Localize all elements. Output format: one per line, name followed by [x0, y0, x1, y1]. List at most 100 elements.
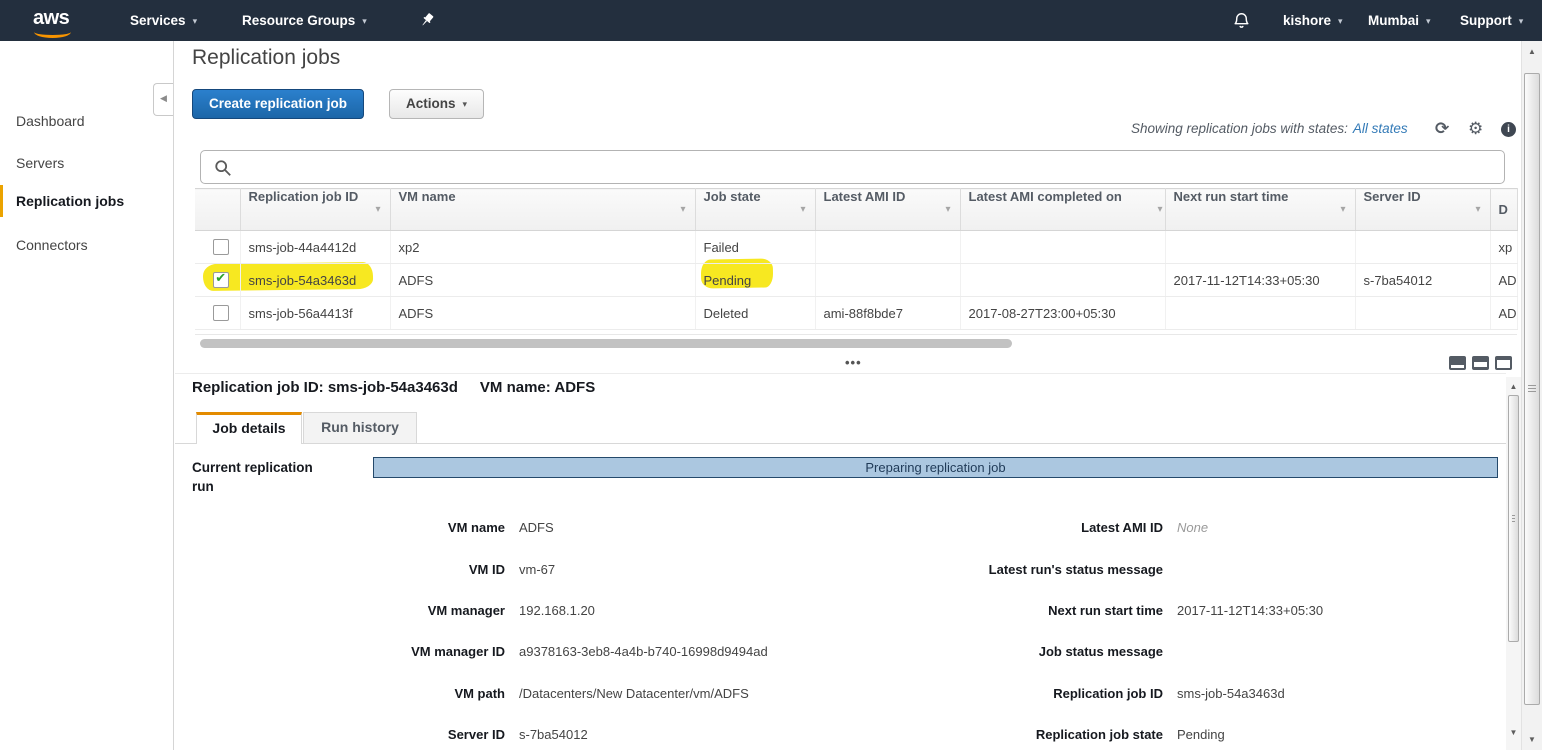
column-header-job-state[interactable]: Job state▾ — [695, 189, 815, 231]
field-label: Job status message — [840, 644, 1163, 659]
sort-caret-icon: ▾ — [375, 189, 380, 230]
notifications-bell-icon[interactable] — [1232, 11, 1251, 35]
column-label: VM name — [399, 189, 456, 204]
cell-job-id: sms-job-56a4413f — [240, 297, 390, 330]
field-label: Latest run's status message — [840, 562, 1163, 577]
sidebar-item-servers[interactable]: Servers — [0, 147, 172, 179]
row-checkbox[interactable] — [213, 239, 229, 255]
table-header-row: Replication job ID▾ VM name▾ Job state▾ … — [195, 189, 1517, 231]
search-input[interactable] — [239, 152, 1498, 184]
filter-all-states-link[interactable]: All states — [1353, 121, 1408, 136]
chevron-down-icon: ▾ — [362, 16, 367, 26]
chevron-down-icon: ▾ — [1426, 16, 1431, 26]
cell-latest-ami-completed — [960, 264, 1165, 297]
column-label: Job state — [704, 189, 761, 204]
column-label: Latest AMI completed on — [969, 189, 1122, 204]
chevron-down-icon: ▾ — [463, 99, 468, 109]
cell-job-state: Deleted — [695, 297, 815, 330]
field-label: Replication job ID — [840, 686, 1163, 701]
column-header-latest-ami-completed-on[interactable]: Latest AMI completed on▾ — [960, 189, 1165, 231]
cell-next-run — [1165, 297, 1355, 330]
checkmark-icon: ✔ — [215, 270, 226, 286]
row-checkbox-checked[interactable]: ✔ — [213, 272, 229, 288]
tab-run-history[interactable]: Run history — [303, 412, 417, 444]
sidebar-item-connectors[interactable]: Connectors — [0, 229, 172, 261]
row-checkbox[interactable] — [213, 305, 229, 321]
column-header-replication-job-id[interactable]: Replication job ID▾ — [240, 189, 390, 231]
layout-detail-view-icon[interactable] — [1495, 356, 1512, 370]
create-replication-job-button[interactable]: Create replication job — [192, 89, 364, 119]
info-icon[interactable]: i — [1501, 122, 1516, 137]
sidebar-collapse-button[interactable]: ◀ — [153, 83, 173, 116]
aws-logo[interactable]: aws — [33, 7, 69, 30]
nav-services-menu[interactable]: Services▾ — [130, 0, 197, 41]
column-label: Next run start time — [1174, 189, 1289, 204]
field-value: Pending — [1177, 727, 1225, 742]
scroll-down-arrow[interactable]: ▼ — [1506, 725, 1521, 740]
scroll-down-arrow[interactable]: ▼ — [1522, 732, 1542, 747]
field-label: VM ID — [192, 562, 505, 577]
nav-resource-groups-menu[interactable]: Resource Groups ▾ — [242, 0, 367, 41]
top-nav-bar: aws Services▾ Resource Groups▾ kishore▾ … — [0, 0, 1542, 41]
field-label: Latest AMI ID — [840, 520, 1163, 535]
nav-resource-groups-label: Resource Groups — [242, 13, 355, 28]
nav-user-menu[interactable]: kishore ▾ — [1283, 0, 1343, 41]
scrollbar-thumb[interactable] — [1524, 73, 1540, 705]
cell-job-state: Pending — [695, 264, 815, 297]
table-row[interactable]: sms-job-56a4413f ADFS Deleted ami-88f8bd… — [195, 297, 1517, 330]
refresh-icon[interactable]: ⟳ — [1435, 119, 1449, 139]
pin-icon[interactable] — [418, 11, 436, 34]
nav-region-label: Mumbai — [1368, 13, 1419, 28]
table-row-selected[interactable]: ✔ sms-job-54a3463d ADFS Pending 2017-11-… — [195, 264, 1517, 297]
detail-title-job-id: Replication job ID: sms-job-54a3463d — [192, 379, 458, 396]
divider — [195, 334, 1517, 335]
nav-region-menu[interactable]: Mumbai ▾ — [1368, 0, 1431, 41]
nav-support-menu[interactable]: Support▾ — [1460, 0, 1523, 41]
cell-job-id: sms-job-44a4412d — [240, 231, 390, 264]
cell-vm-name: ADFS — [390, 264, 695, 297]
layout-split-view-icon[interactable] — [1472, 356, 1489, 370]
horizontal-scrollbar-thumb[interactable] — [200, 339, 1012, 348]
cell-job-state: Failed — [695, 231, 815, 264]
chevron-down-icon: ▾ — [1519, 16, 1524, 26]
scroll-up-arrow[interactable]: ▲ — [1506, 379, 1521, 394]
column-header-cut-off[interactable]: D — [1490, 189, 1517, 231]
cell-cut-off: xp — [1490, 231, 1517, 264]
sidebar-item-dashboard[interactable]: Dashboard — [0, 105, 172, 137]
aws-sms-console: aws Services▾ Resource Groups▾ kishore▾ … — [0, 0, 1542, 750]
page-scrollbar: ▲ ▼ — [1521, 41, 1542, 750]
replication-progress-bar: Preparing replication job — [373, 457, 1498, 478]
chevron-down-icon: ▾ — [193, 16, 198, 26]
filter-status-text: Showing replication jobs with states: — [1131, 121, 1348, 136]
tab-job-details[interactable]: Job details — [196, 412, 302, 444]
field-label: Next run start time — [840, 603, 1163, 618]
scroll-up-arrow[interactable]: ▲ — [1522, 44, 1542, 59]
cell-latest-ami — [815, 264, 960, 297]
field-label: VM path — [192, 686, 505, 701]
sidebar-item-replication-jobs[interactable]: Replication jobs — [0, 185, 172, 217]
cell-vm-name: xp2 — [390, 231, 695, 264]
aws-smile-icon — [34, 26, 71, 38]
table-row[interactable]: sms-job-44a4412d xp2 Failed xp — [195, 231, 1517, 264]
layout-table-only-icon[interactable] — [1449, 356, 1466, 370]
sort-caret-icon: ▾ — [945, 189, 950, 230]
pane-resize-handle[interactable]: ••• — [845, 355, 862, 370]
actions-button[interactable]: Actions▾ — [389, 89, 484, 119]
column-header-server-id[interactable]: Server ID▾ — [1355, 189, 1490, 231]
sort-caret-icon: ▾ — [680, 189, 685, 230]
sort-caret-icon: ▾ — [1475, 189, 1480, 230]
scrollbar-thumb[interactable] — [1508, 395, 1519, 642]
column-header-next-run-start-time[interactable]: Next run start time ▾ — [1165, 189, 1355, 231]
field-label: Server ID — [192, 727, 505, 742]
cell-next-run: 2017-11-12T14:33+05:30 — [1165, 264, 1355, 297]
gear-icon[interactable]: ⚙ — [1468, 119, 1483, 139]
cell-latest-ami — [815, 231, 960, 264]
cell-cut-off: AD — [1490, 297, 1517, 330]
column-header-latest-ami-id[interactable]: Latest AMI ID▾ — [815, 189, 960, 231]
sort-caret-icon: ▾ — [1340, 189, 1345, 230]
nav-user-label: kishore — [1283, 13, 1331, 28]
column-header-vm-name[interactable]: VM name ▾ — [390, 189, 695, 231]
chevron-down-icon: ▾ — [1338, 16, 1343, 26]
scrollbar-grip — [1512, 515, 1515, 522]
page-title: Replication jobs — [192, 46, 340, 70]
